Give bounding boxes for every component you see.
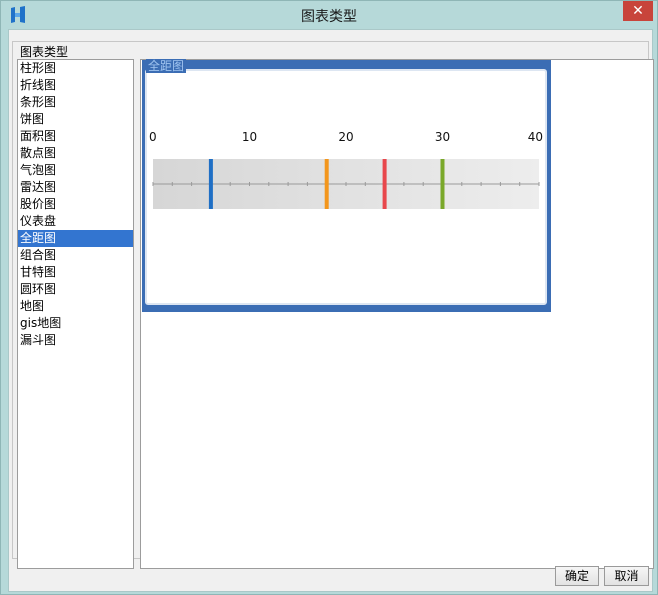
tick-label: 30	[435, 130, 450, 144]
chart-type-item[interactable]: 条形图	[18, 94, 133, 111]
close-icon: ✕	[632, 3, 644, 19]
chart-type-item[interactable]: 仪表盘	[18, 213, 133, 230]
chart-type-item[interactable]: 柱形图	[18, 60, 133, 77]
chart-type-item[interactable]: 组合图	[18, 247, 133, 264]
range-chart: 0 10 20 30 40	[149, 130, 543, 209]
chart-type-item[interactable]: gis地图	[18, 315, 133, 332]
chart-type-item[interactable]: 折线图	[18, 77, 133, 94]
chart-type-item[interactable]: 圆环图	[18, 281, 133, 298]
cancel-button[interactable]: 取消	[604, 566, 649, 586]
preview-card[interactable]: 0 10 20 30 40 全距图	[142, 59, 551, 312]
chart-type-list[interactable]: 柱形图 折线图 条形图 饼图 面积图 散点图 气泡图 雷达图 股价图 仪表盘 全距图 组合图 甘特图 圆环…	[17, 59, 134, 569]
ok-button[interactable]: 确定	[555, 566, 599, 586]
window-title: 图表类型	[301, 9, 357, 25]
chart-type-item[interactable]: 全距图	[18, 230, 133, 247]
range-marker	[382, 159, 387, 209]
preview-card-inner: 0 10 20 30 40	[145, 69, 547, 305]
chart-preview-panel: 0 10 20 30 40 全距图	[140, 59, 654, 569]
chart-type-item[interactable]: 甘特图	[18, 264, 133, 281]
chart-type-item[interactable]: 漏斗图	[18, 332, 133, 349]
preview-card-label: 全距图	[146, 59, 187, 73]
chart-type-item[interactable]: 雷达图	[18, 179, 133, 196]
tick-label: 0	[149, 130, 157, 144]
chart-type-group: 图表类型 柱形图 折线图 条形图 饼图 面积图 散点图 气泡图 雷达图 股价图 仪表盘 全距图 组合图…	[12, 41, 654, 569]
close-button[interactable]: ✕	[623, 1, 653, 21]
tick-label: 40	[528, 130, 543, 144]
tick-label: 20	[338, 130, 353, 144]
chart-type-item[interactable]: 气泡图	[18, 162, 133, 179]
chart-type-item[interactable]: 散点图	[18, 145, 133, 162]
dialog-body: 图表类型 柱形图 折线图 条形图 饼图 面积图 散点图 气泡图 雷达图 股价图 仪表盘 全距图 组合图…	[8, 29, 654, 592]
chart-type-item[interactable]: 地图	[18, 298, 133, 315]
chart-type-item[interactable]: 饼图	[18, 111, 133, 128]
chart-type-dialog: 图表类型 ✕ 图表类型 柱形图 折线图 条形图 饼图 面积图 散点图 气泡图 雷达图 股价图 仪表…	[0, 0, 658, 595]
range-marker	[324, 159, 329, 209]
range-marker	[440, 159, 445, 209]
tick-label: 10	[242, 130, 257, 144]
range-marker	[208, 159, 213, 209]
chart-type-item[interactable]: 股价图	[18, 196, 133, 213]
title-bar[interactable]: 图表类型 ✕	[1, 1, 657, 29]
group-label: 图表类型	[19, 43, 70, 60]
chart-type-item[interactable]: 面积图	[18, 128, 133, 145]
